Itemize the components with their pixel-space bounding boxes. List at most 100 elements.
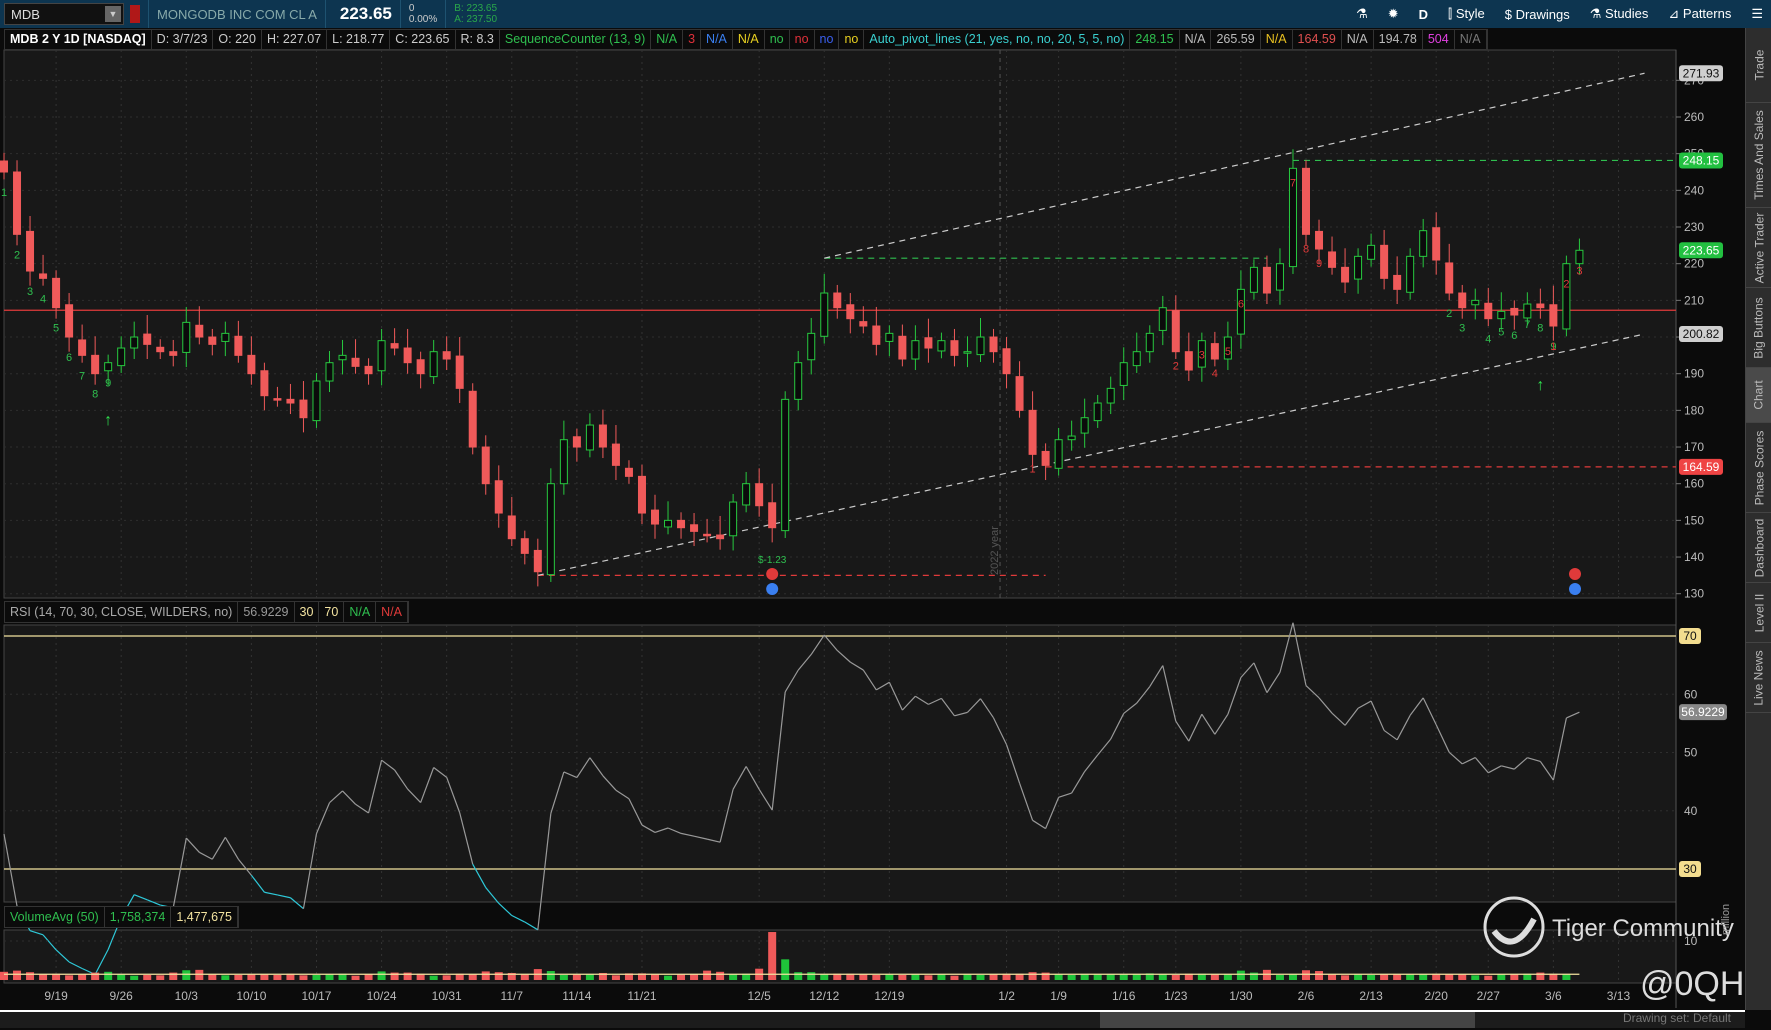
- volume-bar[interactable]: [651, 974, 659, 980]
- volume-bar[interactable]: [1119, 974, 1128, 980]
- candle-body[interactable]: [1497, 310, 1506, 320]
- candle-body[interactable]: [794, 362, 803, 400]
- volume-bar[interactable]: [1341, 975, 1350, 980]
- candle-body[interactable]: [299, 399, 308, 419]
- candle-body[interactable]: [624, 467, 633, 477]
- candle-body[interactable]: [1419, 230, 1428, 257]
- candle-body[interactable]: [1249, 266, 1258, 293]
- candle-body[interactable]: [520, 538, 529, 554]
- candle-body[interactable]: [1432, 227, 1441, 261]
- volume-bar[interactable]: [963, 974, 972, 980]
- volume-bar[interactable]: [937, 974, 946, 980]
- candle-body[interactable]: [104, 362, 113, 372]
- candle-body[interactable]: [807, 332, 816, 361]
- candle-body[interactable]: [1341, 266, 1350, 283]
- candle-body[interactable]: [755, 483, 764, 507]
- candle-body[interactable]: [1354, 255, 1363, 280]
- candle-body[interactable]: [325, 362, 334, 382]
- sidebar-tab-level-ii[interactable]: Level II: [1746, 583, 1771, 643]
- sidebar-tab-chart[interactable]: Chart: [1746, 368, 1771, 423]
- candle-body[interactable]: [716, 534, 725, 540]
- candle-body[interactable]: [1054, 439, 1063, 469]
- volume-bar[interactable]: [351, 975, 360, 980]
- candle-body[interactable]: [13, 171, 22, 235]
- volume-bar[interactable]: [989, 974, 998, 980]
- drawings-button[interactable]: $ Drawings: [1505, 7, 1570, 22]
- volume-bar[interactable]: [677, 974, 686, 980]
- candle-body[interactable]: [664, 519, 673, 528]
- volume-bar[interactable]: [1158, 974, 1167, 980]
- candle-body[interactable]: [729, 501, 738, 537]
- sidebar-tab-big-buttons[interactable]: Big Buttons: [1746, 288, 1771, 368]
- candle-body[interactable]: [1562, 263, 1571, 330]
- volume-bar[interactable]: [1028, 972, 1037, 980]
- volume-bar[interactable]: [247, 974, 256, 980]
- volume-bar[interactable]: [911, 974, 920, 980]
- volume-bar[interactable]: [65, 975, 74, 980]
- style-button[interactable]: ⫿ Style: [1448, 6, 1485, 22]
- candle-body[interactable]: [481, 446, 490, 485]
- volume-bar[interactable]: [442, 975, 451, 980]
- volume-bar[interactable]: [898, 974, 907, 980]
- candle-body[interactable]: [65, 304, 74, 338]
- volume-bar[interactable]: [729, 974, 738, 980]
- candle-body[interactable]: [1132, 351, 1141, 367]
- candle-body[interactable]: [768, 502, 777, 529]
- candle-body[interactable]: [533, 549, 542, 573]
- volume-bar[interactable]: [1497, 974, 1506, 980]
- volume-bar[interactable]: [703, 970, 712, 980]
- volume-bar[interactable]: [1210, 974, 1219, 980]
- volume-label[interactable]: VolumeAvg (50): [5, 907, 105, 927]
- volume-bar[interactable]: [273, 974, 282, 980]
- candle-body[interactable]: [221, 332, 230, 342]
- volume-bar[interactable]: [39, 974, 48, 980]
- volume-bar[interactable]: [611, 975, 620, 980]
- volume-bar[interactable]: [1093, 974, 1102, 980]
- candle-body[interactable]: [1302, 167, 1310, 235]
- candle-body[interactable]: [742, 483, 751, 506]
- volume-bar[interactable]: [1054, 974, 1063, 980]
- candle-body[interactable]: [820, 292, 829, 337]
- rsi-plot-area[interactable]: [3, 624, 1677, 903]
- volume-bar[interactable]: [1171, 974, 1180, 980]
- sidebar-tab-trade[interactable]: Trade: [1746, 28, 1771, 103]
- chart-canvas[interactable]: 9/19 9/26 10/3 10/10 10/17 10/24 10/31 11/7 11/1…: [0, 0, 1745, 1010]
- candle-body[interactable]: [1328, 251, 1337, 268]
- volume-bar[interactable]: [299, 975, 308, 980]
- volume-bar[interactable]: [950, 975, 959, 980]
- menu-icon[interactable]: ☰: [1751, 6, 1763, 22]
- candle-body[interactable]: [169, 351, 178, 356]
- volume-bar[interactable]: [1275, 974, 1284, 980]
- volume-bar[interactable]: [143, 974, 152, 980]
- volume-bar[interactable]: [1484, 975, 1493, 980]
- volume-bar[interactable]: [885, 974, 894, 980]
- volume-bar[interactable]: [208, 974, 217, 980]
- candle-body[interactable]: [208, 336, 217, 345]
- volume-bar[interactable]: [13, 970, 22, 980]
- candle-body[interactable]: [1445, 262, 1454, 294]
- candle-body[interactable]: [1367, 244, 1376, 260]
- candle-body[interactable]: [1145, 332, 1154, 353]
- volume-bar[interactable]: [807, 972, 816, 980]
- volume-bar[interactable]: [78, 974, 87, 980]
- candle-body[interactable]: [703, 533, 712, 537]
- candle-body[interactable]: [1523, 303, 1532, 319]
- volume-bar[interactable]: [260, 974, 269, 980]
- volume-bar[interactable]: [468, 974, 477, 980]
- candle-body[interactable]: [1236, 288, 1245, 335]
- sequence-counter-label[interactable]: SequenceCounter (13, 9): [500, 30, 652, 49]
- volume-bar[interactable]: [520, 974, 529, 980]
- event-marker-icon[interactable]: [1569, 568, 1581, 580]
- candle-body[interactable]: [1484, 302, 1493, 320]
- volume-bar[interactable]: [1223, 974, 1232, 980]
- candle-body[interactable]: [182, 321, 191, 353]
- candle-body[interactable]: [677, 519, 686, 529]
- candle-body[interactable]: [872, 325, 881, 345]
- candle-body[interactable]: [859, 321, 868, 327]
- volume-bar[interactable]: [130, 975, 139, 980]
- candle-body[interactable]: [1471, 299, 1480, 306]
- volume-bar[interactable]: [690, 974, 699, 980]
- horizontal-scrollbar[interactable]: [0, 1010, 1745, 1028]
- candle-body[interactable]: [26, 230, 35, 272]
- sidebar-tab-live-news[interactable]: Live News: [1746, 643, 1771, 713]
